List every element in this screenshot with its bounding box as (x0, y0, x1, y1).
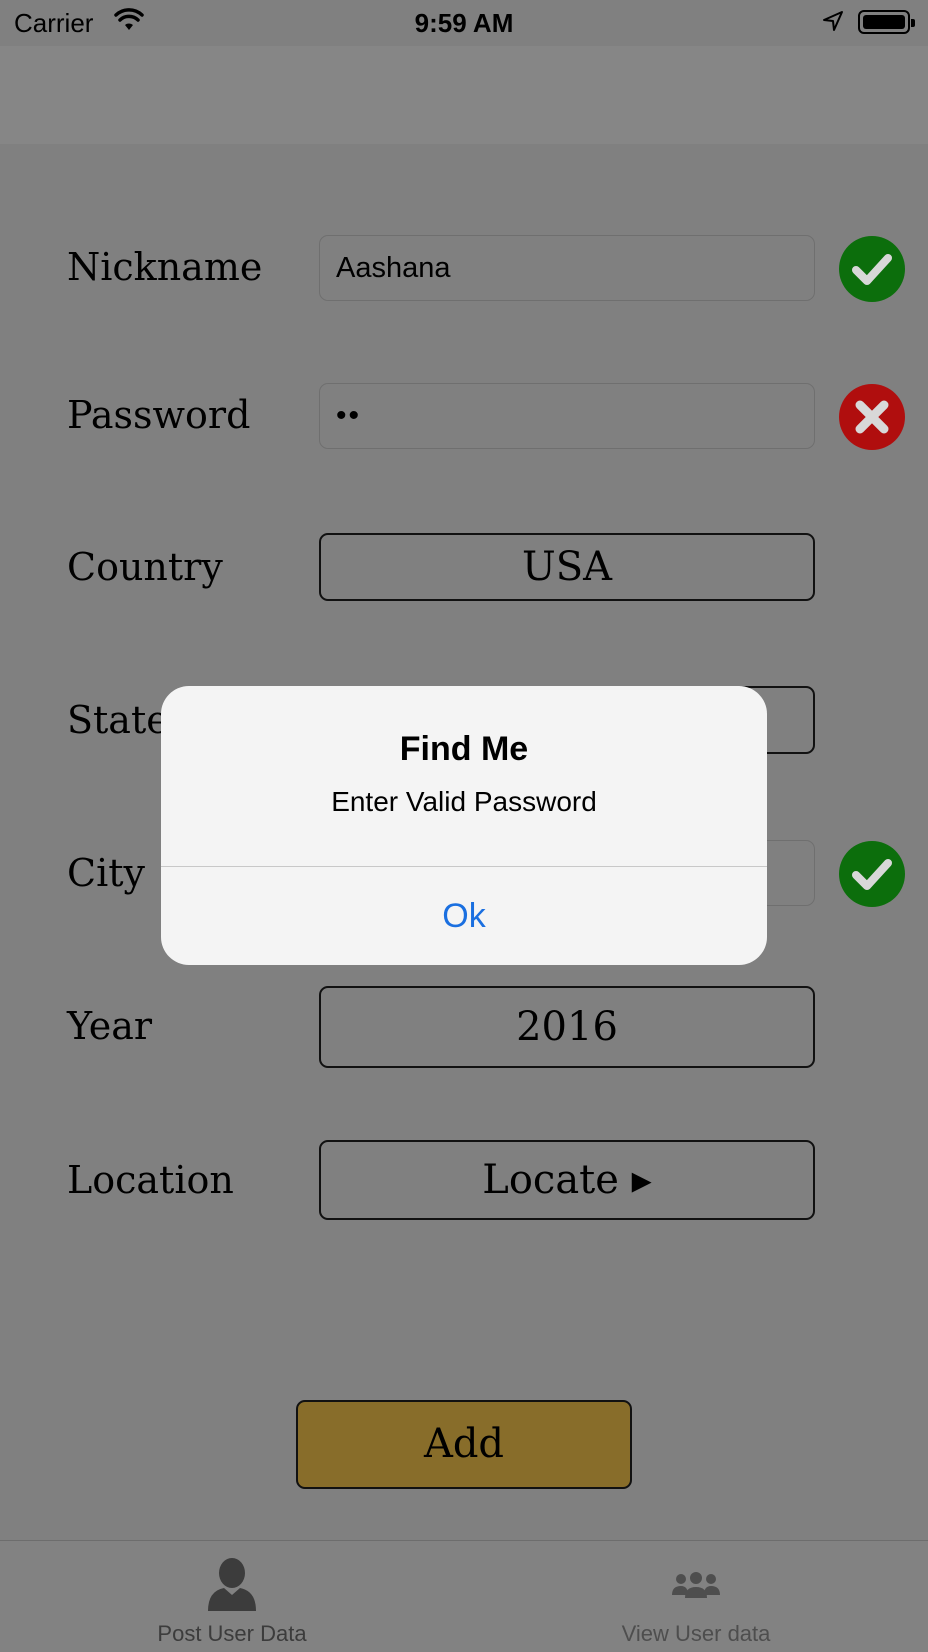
country-button[interactable]: USA (319, 533, 815, 601)
ok-button[interactable]: Ok (161, 867, 767, 965)
locate-button[interactable]: Locate ▸ (319, 1140, 815, 1220)
status-bar: Carrier 9:59 AM (0, 0, 928, 46)
tab-view-user-data[interactable]: View User data (464, 1541, 928, 1652)
year-button[interactable]: 2016 (319, 986, 815, 1068)
tab-label: Post User Data (157, 1621, 307, 1646)
add-button[interactable]: Add (296, 1400, 632, 1489)
nickname-field[interactable]: Aashana (319, 235, 815, 301)
location-label: Location (67, 1158, 234, 1202)
valid-check-icon (839, 841, 905, 907)
password-label: Password (67, 393, 251, 437)
user-icon (208, 1558, 256, 1611)
clock: 9:59 AM (414, 8, 514, 38)
nickname-label: Nickname (67, 245, 263, 289)
tab-bar: Post User Data View User data (0, 1540, 928, 1652)
state-label: State (67, 698, 169, 742)
valid-check-icon (839, 236, 905, 302)
city-label: City (67, 851, 145, 895)
password-field[interactable]: •• (319, 383, 815, 449)
tab-post-user-data[interactable]: Post User Data (0, 1541, 464, 1652)
year-label: Year (67, 1004, 153, 1048)
alert-message: Enter Valid Password (331, 786, 597, 817)
location-arrow-icon (823, 11, 843, 31)
country-label: Country (67, 545, 223, 589)
invalid-cross-icon (839, 384, 905, 450)
alert-title: Find Me (399, 730, 529, 768)
users-icon (672, 1572, 720, 1598)
tab-label: View User data (621, 1621, 771, 1646)
navigation-bar (0, 46, 928, 144)
battery-icon (858, 10, 915, 34)
alert-dialog: Find Me Enter Valid Password Ok (161, 686, 767, 965)
